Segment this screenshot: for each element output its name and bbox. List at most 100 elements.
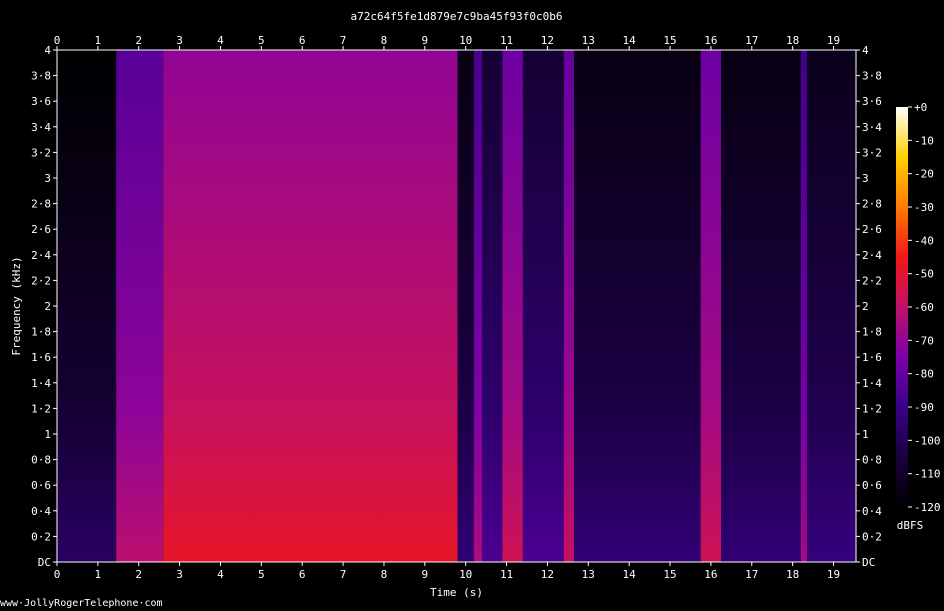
y-tick-label: 1 <box>44 428 51 441</box>
y-tick-label: 0·4 <box>31 505 51 518</box>
spectrogram-segment <box>502 50 523 562</box>
y-tick-label: 1·6 <box>862 351 882 364</box>
x-tick-label: 9 <box>422 568 429 581</box>
y-tick-label: 1·6 <box>31 351 51 364</box>
x-tick-label: 3 <box>176 568 183 581</box>
colorbar-tick-label: -80 <box>914 368 934 381</box>
x-tick-label: 0 <box>54 568 61 581</box>
y-axis-label: Frequency (kHz) <box>10 256 23 355</box>
colorbar-tick-label: -20 <box>914 168 934 181</box>
y-tick-label: 2·4 <box>31 249 51 262</box>
y-tick-label: DC <box>862 556 875 569</box>
y-tick-label: 0·6 <box>31 479 51 492</box>
y-tick-label: 4 <box>44 44 51 57</box>
x-tick-label: 11 <box>500 34 513 47</box>
x-tick-label: 2 <box>135 568 142 581</box>
y-tick-label: 3·8 <box>31 70 51 83</box>
colorbar-tick-label: -70 <box>914 334 934 347</box>
colorbar-tick-label: -30 <box>914 201 934 214</box>
y-tick-label: 3·2 <box>31 146 51 159</box>
x-tick-label: 18 <box>786 568 799 581</box>
x-tick-label: 0 <box>54 34 61 47</box>
y-tick-label: 2·6 <box>31 223 51 236</box>
y-tick-label: 1·4 <box>862 377 882 390</box>
y-tick-label: 3 <box>862 172 869 185</box>
x-tick-label: 9 <box>422 34 429 47</box>
x-tick-label: 10 <box>459 34 472 47</box>
y-tick-label: 2 <box>862 300 869 313</box>
x-tick-label: 16 <box>704 568 717 581</box>
y-axis-right: DC 0·2 0·4 0·6 0·8 1 1·2 1·4 1·6 1·8 2 2·2 2·4 2·6 2·8… <box>856 44 882 569</box>
x-tick-label: 17 <box>745 34 758 47</box>
x-tick-label: 1 <box>95 34 102 47</box>
colorbar-tick-label: -60 <box>914 301 934 314</box>
y-tick-label: 2·2 <box>862 274 882 287</box>
spectrogram-segment <box>473 50 483 562</box>
y-tick-label: 3·4 <box>31 121 51 134</box>
x-tick-label: 17 <box>745 568 758 581</box>
y-tick-label: 2·8 <box>862 198 882 211</box>
spectrogram-segment <box>163 50 458 562</box>
x-tick-label: 5 <box>258 34 265 47</box>
colorbar-tick-label: -10 <box>914 134 934 147</box>
y-tick-label: 0·8 <box>862 454 882 467</box>
spectrogram-segment <box>806 50 856 562</box>
chart-title: a72c64f5fe1d879e7c9ba45f93f0c0b6 <box>351 10 563 23</box>
y-tick-label: 1·2 <box>31 402 51 415</box>
x-tick-label: 10 <box>459 568 472 581</box>
x-tick-label: 4 <box>217 568 224 581</box>
y-tick-label: 2·4 <box>862 249 882 262</box>
x-tick-label: 8 <box>381 568 388 581</box>
x-tick-label: 13 <box>582 34 595 47</box>
y-tick-label: 1·2 <box>862 402 882 415</box>
y-tick-label: 2·8 <box>31 198 51 211</box>
x-tick-label: 7 <box>340 34 347 47</box>
colorbar-tick-label: -110 <box>914 468 941 481</box>
y-tick-label: 3·4 <box>862 121 882 134</box>
y-tick-label: 0·2 <box>31 530 51 543</box>
colorbar-tick-label: -40 <box>914 234 934 247</box>
y-tick-label: 1·8 <box>31 326 51 339</box>
spectrogram-segment <box>800 50 807 562</box>
y-tick-label: 2·2 <box>31 274 51 287</box>
y-tick-label: DC <box>38 556 51 569</box>
y-tick-label: 0·2 <box>862 530 882 543</box>
y-tick-label: 0·8 <box>31 454 51 467</box>
x-tick-label: 12 <box>541 34 554 47</box>
y-axis-left: DC 0·2 0·4 0·6 0·8 1 1·2 1·4 1·6 1·8 2 2·2 2·4 2·6 2·8… <box>31 44 57 569</box>
x-axis-top: 0 1 2 3 4 5 6 7 8 9 10 11 12 13 14 15 16 17 18 19 <box>54 34 840 50</box>
spectrogram-segment <box>563 50 574 562</box>
plot-area <box>56 49 857 563</box>
x-axis-bottom: 0 1 2 3 4 5 6 7 8 9 10 11 12 13 14 15 16 17 18 19 <box>54 562 840 581</box>
colorbar-tick-label: +0 <box>914 101 927 114</box>
spectrogram-segment <box>116 50 164 562</box>
x-tick-label: 8 <box>381 34 388 47</box>
spectrogram-segment <box>574 50 701 562</box>
y-tick-label: 3·2 <box>862 146 882 159</box>
y-tick-label: 1·4 <box>31 377 51 390</box>
colorbar-tick-label: -120 <box>914 501 941 514</box>
x-axis-label: Time (s) <box>430 586 483 599</box>
y-tick-label: 3·6 <box>862 95 882 108</box>
x-tick-label: 16 <box>704 34 717 47</box>
x-tick-label: 7 <box>340 568 347 581</box>
spectrogram-chart: a72c64f5fe1d879e7c9ba45f93f0c0b6 0123456… <box>10 10 941 599</box>
x-tick-label: 19 <box>827 34 840 47</box>
colorbar-tick-label: -50 <box>914 268 934 281</box>
y-tick-label: 3·6 <box>31 95 51 108</box>
colorbar-tick-label: -90 <box>914 401 934 414</box>
colorbar-label: dBFS <box>897 519 924 532</box>
x-tick-label: 14 <box>623 568 637 581</box>
y-tick-label: 3·8 <box>862 70 882 83</box>
x-tick-label: 2 <box>135 34 142 47</box>
y-tick-label: 0·6 <box>862 479 882 492</box>
footer-url: www·JollyRogerTelephone·com <box>0 598 163 609</box>
colorbar-scale <box>896 107 908 507</box>
colorbar: +0 -10 -20 -30 -40 -50 -60 -70 -80 -90 -100 -110 -12… <box>896 101 941 514</box>
y-tick-label: 2 <box>44 300 51 313</box>
x-tick-label: 18 <box>786 34 799 47</box>
spectrogram-segment <box>482 50 503 562</box>
y-tick-label: 2·6 <box>862 223 882 236</box>
y-tick-label: 0·4 <box>862 505 882 518</box>
x-tick-label: 4 <box>217 34 224 47</box>
